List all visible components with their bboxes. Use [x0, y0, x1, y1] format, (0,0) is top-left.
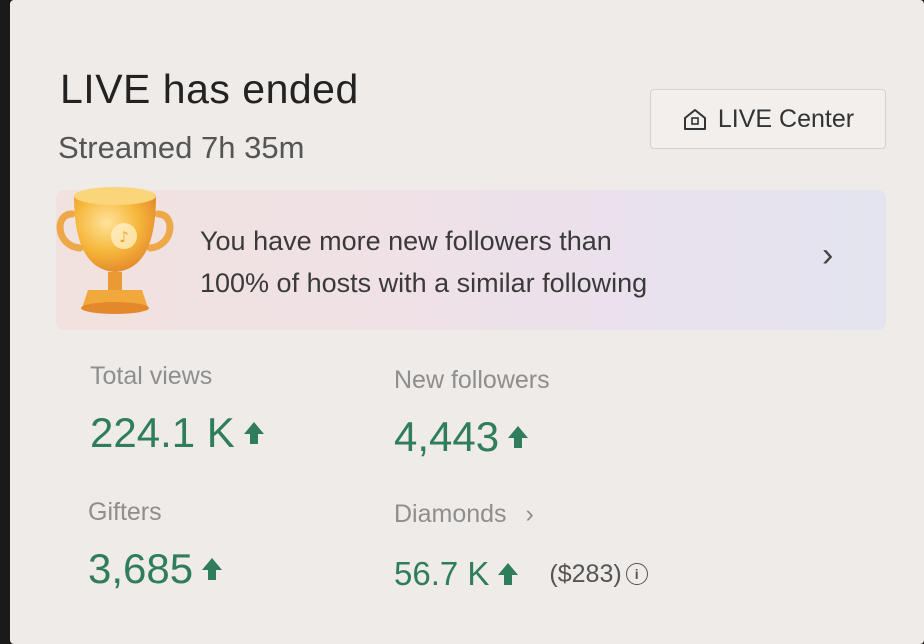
- live-ended-screen: LIVE has ended Streamed 7h 35m LIVE Cent…: [10, 0, 924, 644]
- live-center-label: LIVE Center: [717, 104, 855, 133]
- stat-gifters: Gifters 3,685: [88, 498, 223, 593]
- trophy-icon: ♪: [56, 187, 174, 314]
- stat-total-views: Total views 224.1 K: [90, 362, 265, 457]
- diamonds-usd: ($283) i: [549, 559, 648, 589]
- up-arrow-icon: [508, 426, 529, 448]
- banner-line-1: You have more new followers than: [200, 226, 612, 256]
- gifters-label: Gifters: [88, 498, 162, 526]
- total-views-value: 224.1 K: [90, 409, 235, 456]
- chevron-right-icon: ›: [525, 500, 534, 528]
- diamonds-label-row[interactable]: Diamonds ›: [394, 500, 648, 529]
- chevron-right-icon: ›: [822, 236, 834, 274]
- stream-duration: Streamed 7h 35m: [58, 130, 305, 165]
- banner-line-2: 100% of hosts with a similar following: [200, 268, 648, 298]
- up-arrow-icon: [498, 563, 519, 585]
- followers-banner[interactable]: You have more new followers than 100% of…: [56, 190, 886, 330]
- up-arrow-icon: [202, 558, 223, 580]
- diamonds-label: Diamonds: [394, 500, 507, 528]
- total-views-label: Total views: [90, 362, 213, 390]
- stat-diamonds[interactable]: Diamonds › 56.7 K ($283) i: [394, 500, 648, 593]
- gifters-value: 3,685: [88, 545, 194, 592]
- diamonds-value-row: 56.7 K ($283) i: [394, 555, 648, 593]
- svg-text:♪: ♪: [119, 228, 129, 246]
- live-center-button[interactable]: LIVE Center: [650, 89, 886, 149]
- stat-new-followers: New followers 4,443: [394, 366, 550, 461]
- total-views-value-row: 224.1 K: [90, 409, 265, 457]
- info-icon[interactable]: i: [625, 563, 648, 585]
- page-title: LIVE has ended: [60, 66, 359, 112]
- diamonds-value: 56.7 K: [394, 555, 490, 592]
- gifters-value-row: 3,685: [88, 545, 223, 593]
- new-followers-label: New followers: [394, 366, 550, 394]
- up-arrow-icon: [243, 422, 264, 444]
- home-icon: [682, 106, 708, 132]
- new-followers-value: 4,443: [394, 413, 500, 460]
- diamonds-usd-value: ($283): [549, 559, 622, 588]
- banner-message: You have more new followers than 100% of…: [200, 220, 800, 304]
- new-followers-value-row: 4,443: [394, 413, 550, 461]
